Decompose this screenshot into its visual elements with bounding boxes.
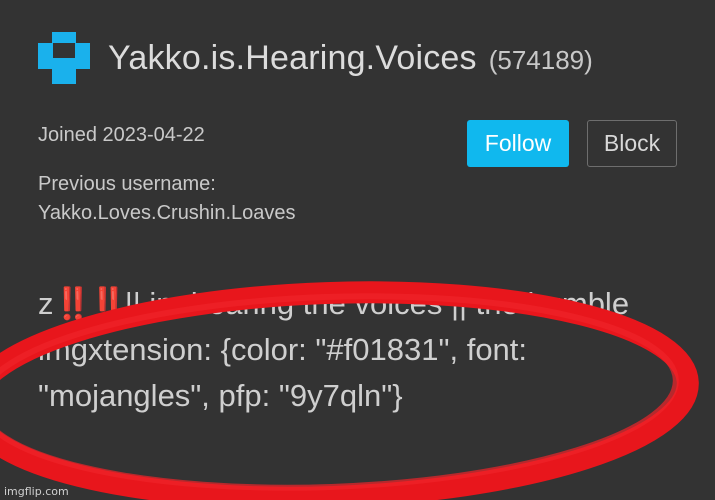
previous-username: Yakko.Loves.Crushin.Loaves [38, 202, 296, 224]
profile-user-id: (574189) [488, 44, 593, 75]
bio-lead-char: z [38, 286, 54, 321]
joined-date: Joined 2023-04-22 [38, 124, 205, 146]
imgflip-logo-icon [38, 32, 90, 84]
block-button[interactable]: Block [587, 120, 677, 167]
profile-username: Yakko.is.Hearing.Voices [108, 38, 477, 77]
profile-bio: z‼️‼️|| im hearing the voices || the hum… [38, 281, 688, 419]
double-exclamation-icon: ‼️‼️ [53, 286, 128, 321]
bio-text: || im hearing the voices || the humble i… [38, 286, 638, 413]
follow-button[interactable]: Follow [467, 120, 569, 167]
imgflip-watermark: imgflip.com [4, 485, 69, 498]
previous-username-label: Previous username: [38, 173, 216, 195]
profile-header: Yakko.is.Hearing.Voices (574189) [38, 30, 593, 86]
